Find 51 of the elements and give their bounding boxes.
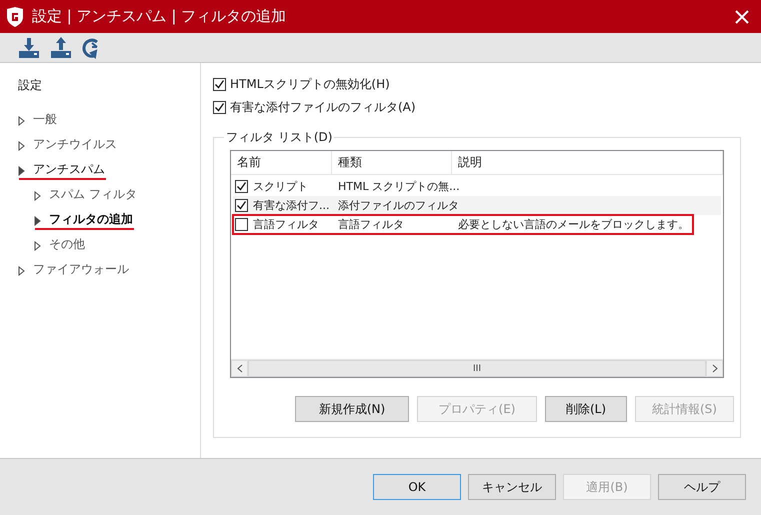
tree-item[interactable]: アンチスパム (19, 161, 106, 180)
scroll-right-button[interactable] (706, 360, 723, 377)
triangle-icon[interactable] (18, 166, 25, 176)
table-cell: 有害な添付フ... (253, 198, 330, 213)
highlighted-row[interactable]: 言語フィルタ 言語フィルタ 必要としない言語のメールをブロックします。 (233, 215, 693, 234)
download-icon[interactable] (18, 36, 40, 58)
list-row[interactable]: スクリプト HTML スクリプトの無... (233, 177, 721, 196)
table-cell: 言語フィルタ (253, 217, 319, 232)
chevron-left-icon (236, 364, 242, 373)
tree-item[interactable]: その他 (35, 236, 86, 255)
tree-item[interactable]: ファイアウォール (19, 261, 130, 280)
action-button[interactable]: 新規作成(N) (295, 396, 409, 422)
upload-icon[interactable] (50, 36, 72, 58)
option-label[interactable]: HTMLスクリプトの無効化(H) (230, 76, 390, 92)
checkbox[interactable] (235, 199, 248, 212)
chevron-right-icon (712, 364, 718, 373)
close-icon[interactable] (735, 10, 749, 24)
table-cell-text: HTML スクリプトの無... (337, 179, 460, 195)
dialog-button[interactable]: OK (373, 474, 461, 500)
scrollbar-thumb[interactable]: III (248, 360, 706, 377)
tree-item[interactable]: アンチウイルス (19, 136, 118, 155)
triangle-icon[interactable] (34, 216, 41, 226)
tree-item[interactable]: 一般 (19, 111, 58, 130)
action-button[interactable]: 削除(L) (545, 396, 627, 422)
table-cell-text: 言語フィルタ (337, 217, 404, 233)
column-header[interactable]: 名前 (231, 151, 332, 174)
table-cell-text: 添付ファイルのフィルタ (337, 198, 459, 214)
group-legend: フィルタ リスト(D) (224, 129, 334, 146)
triangle-icon[interactable] (18, 116, 25, 126)
table-cell: スクリプト (253, 179, 308, 194)
dialog-button[interactable]: キャンセル (468, 474, 556, 500)
column-header[interactable]: 種類 (332, 151, 452, 174)
column-header[interactable]: 説明 (452, 151, 723, 174)
tree-item[interactable]: フィルタの追加 (35, 211, 134, 230)
shield-logo-icon (6, 6, 24, 26)
sidebar-title: 設定 (18, 77, 43, 94)
tree-item[interactable]: スパム フィルタ (35, 186, 138, 205)
checkbox[interactable] (235, 180, 248, 193)
window-title: 設定 | アンチスパム | フィルタの追加 (32, 7, 288, 26)
triangle-icon[interactable] (34, 190, 41, 200)
table-cell-text: 必要としない言語のメールをブロックします。 (457, 217, 689, 233)
option-label[interactable]: 有害な添付ファイルのフィルタ(A) (230, 98, 416, 116)
scroll-left-button[interactable] (231, 360, 248, 377)
triangle-icon[interactable] (34, 240, 41, 250)
checkbox[interactable] (213, 78, 226, 90)
triangle-icon[interactable] (18, 140, 25, 150)
dialog-button[interactable]: ヘルプ (658, 474, 746, 500)
checkbox[interactable] (213, 100, 226, 114)
triangle-icon[interactable] (18, 266, 25, 276)
list-row[interactable]: 有害な添付フ... 添付ファイルのフィルタ (233, 196, 721, 215)
checkbox[interactable] (235, 218, 248, 231)
